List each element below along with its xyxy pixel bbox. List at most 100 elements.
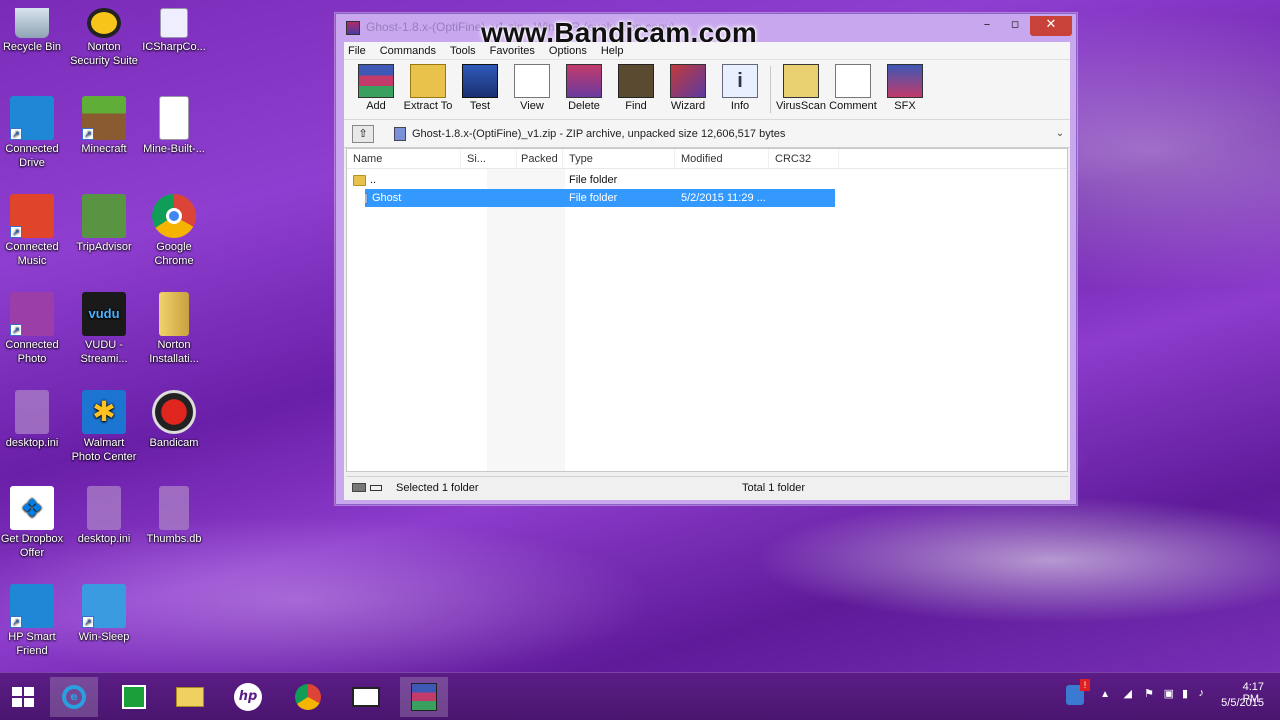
wizard-button[interactable]: Wizard [662, 60, 714, 119]
taskbar-file-explorer[interactable] [166, 677, 214, 717]
winrar-window[interactable]: Ghost-1.8.x-(OptiFine)_v1.zip - WinRAR (… [335, 13, 1077, 505]
chrome-icon [152, 194, 196, 238]
maximize-button[interactable]: ▫ [1004, 16, 1026, 36]
desktop-icon-label: VUDU - Streami... [80, 339, 128, 365]
desktop-icon-minecraft[interactable]: ↗ Minecraft [68, 96, 140, 156]
desktop-icon-icsharp[interactable]: ICSharpCo... [138, 8, 210, 54]
table-row-selected[interactable]: Ghost File folder 5/2/2015 11:29 ... [365, 189, 835, 207]
menu-options[interactable]: Options [549, 42, 587, 59]
desktop-icon-norton[interactable]: Norton Security Suite [68, 8, 140, 68]
winrar-app-icon [346, 21, 360, 35]
comment-button[interactable]: Comment [827, 60, 879, 119]
desktop-icon-hp-support[interactable]: ↗ HP Smart Friend [0, 584, 68, 658]
minimize-button[interactable]: – [976, 16, 998, 36]
desktop-icon-label: Bandicam [149, 437, 199, 449]
taskbar-video[interactable] [342, 677, 390, 717]
column-packed[interactable]: Packed [517, 149, 563, 168]
winrar-icon [411, 683, 437, 711]
desktop-icon-chrome[interactable]: Google Chrome [138, 194, 210, 268]
test-icon [462, 64, 498, 98]
find-button[interactable]: Find [610, 60, 662, 119]
row-name-cell: .. [347, 174, 563, 186]
info-label: Info [730, 100, 750, 112]
test-label: Test [469, 100, 491, 112]
taskbar-winrar[interactable] [400, 677, 448, 717]
desktop-icon-label: Norton Security Suite [70, 41, 138, 67]
menu-file[interactable]: File [348, 42, 366, 59]
address-bar: ⇧ Ghost-1.8.x-(OptiFine)_v1.zip - ZIP ar… [344, 120, 1070, 148]
menu-help[interactable]: Help [601, 42, 624, 59]
info-button[interactable]: i Info [714, 60, 766, 119]
ie-icon: e [62, 685, 86, 709]
start-button[interactable] [0, 677, 48, 717]
music-icon: ↗ [10, 194, 54, 238]
menu-bar: File Commands Tools Favorites Options He… [344, 42, 1070, 60]
menu-commands[interactable]: Commands [380, 42, 436, 59]
archive-path-field[interactable]: Ghost-1.8.x-(OptiFine)_v1.zip - ZIP arch… [394, 124, 1050, 144]
desktop-icon-dropbox[interactable]: ❖ Get Dropbox Offer [0, 486, 68, 560]
desktop-icon-connected-music[interactable]: ↗ Connected Music [0, 194, 68, 268]
sfx-button[interactable]: SFX [879, 60, 931, 119]
shortcut-arrow-icon: ↗ [10, 226, 22, 238]
table-row[interactable]: .. File folder [347, 171, 837, 189]
find-label: Find [625, 100, 647, 112]
taskbar-ie[interactable]: e [50, 677, 98, 717]
battery-icon[interactable]: ▮ [1182, 687, 1188, 700]
virusscan-button[interactable]: VirusScan [775, 60, 827, 119]
chevron-down-icon[interactable]: ⌄ [1050, 128, 1070, 139]
desktop-icon-desktop-ini[interactable]: desktop.ini [0, 390, 68, 450]
desktop-icon-norton-installer[interactable]: Norton Installati... [138, 292, 210, 366]
taskbar-hp[interactable]: hp [224, 677, 272, 717]
add-label: Add [366, 100, 386, 112]
sfx-label: SFX [894, 100, 916, 112]
view-label: View [520, 100, 544, 112]
desktop-icon-label: Minecraft [81, 143, 127, 155]
desktop-icon-thumbs-db[interactable]: Thumbs.db [138, 486, 210, 546]
up-one-level-button[interactable]: ⇧ [352, 124, 374, 143]
desktop-icon-label: Connected Photo [5, 339, 59, 365]
desktop-icon-desktop-ini-2[interactable]: desktop.ini [68, 486, 140, 546]
delete-label: Delete [568, 100, 600, 112]
test-button[interactable]: Test [454, 60, 506, 119]
desktop-icon-mine-built[interactable]: Mine-Built-... [138, 96, 210, 156]
tray-app-icon[interactable]: ▣ [1164, 687, 1174, 700]
add-button[interactable]: Add [350, 60, 402, 119]
desktop-icon-label: Norton Installati... [149, 339, 199, 365]
title-bar[interactable]: Ghost-1.8.x-(OptiFine)_v1.zip - WinRAR (… [336, 14, 1076, 48]
view-button[interactable]: View [506, 60, 558, 119]
desktop-icon-recycle-bin[interactable]: Recycle Bin [0, 8, 68, 54]
status-right: Total 1 folder [742, 481, 805, 494]
alert-badge-icon: ! [1080, 679, 1090, 691]
row-name: Ghost [372, 192, 402, 204]
desktop-icon-walmart[interactable]: ✱ Walmart Photo Center [68, 390, 140, 464]
toolbar: Add Extract To Test View Delete Find Wiz… [344, 60, 1070, 120]
desktop-icon-win-sleep[interactable]: ↗ Win-Sleep [68, 584, 140, 644]
menu-favorites[interactable]: Favorites [490, 42, 535, 59]
desktop-icon-connected-drive[interactable]: ↗ Connected Drive [0, 96, 68, 170]
key-icon [370, 484, 382, 491]
volume-icon[interactable]: ♪ [1199, 687, 1205, 699]
flag-icon[interactable]: ⚑ [1144, 687, 1154, 700]
menu-tools[interactable]: Tools [450, 42, 476, 59]
close-button[interactable]: ✕ [1030, 16, 1072, 36]
delete-button[interactable]: Delete [558, 60, 610, 119]
column-type[interactable]: Type [563, 149, 675, 168]
file-list[interactable]: Name Si... Packed Type Modified CRC32 ..… [346, 148, 1068, 472]
desktop-icon-bandicam[interactable]: Bandicam [138, 390, 210, 450]
column-crc32[interactable]: CRC32 [769, 149, 839, 168]
cloud-drive-icon: ↗ [10, 96, 54, 140]
extract-to-button[interactable]: Extract To [402, 60, 454, 119]
column-size[interactable]: Si... [461, 149, 517, 168]
desktop-icon-vudu[interactable]: vudu VUDU - Streami... [68, 292, 140, 366]
comment-label: Comment [829, 100, 877, 112]
column-modified[interactable]: Modified [675, 149, 769, 168]
desktop-icon-tripadvisor[interactable]: TripAdvisor [68, 194, 140, 254]
wizard-label: Wizard [670, 100, 706, 112]
show-hidden-icons-icon[interactable]: ▲ [1100, 689, 1110, 700]
column-name[interactable]: Name [347, 149, 461, 168]
clock-date[interactable]: 5/5/2015 [1221, 697, 1264, 709]
network-icon[interactable]: ◢ [1124, 687, 1132, 700]
desktop-icon-connected-photo[interactable]: ↗ Connected Photo [0, 292, 68, 366]
taskbar-store[interactable] [110, 677, 158, 717]
taskbar-chrome[interactable] [284, 677, 332, 717]
